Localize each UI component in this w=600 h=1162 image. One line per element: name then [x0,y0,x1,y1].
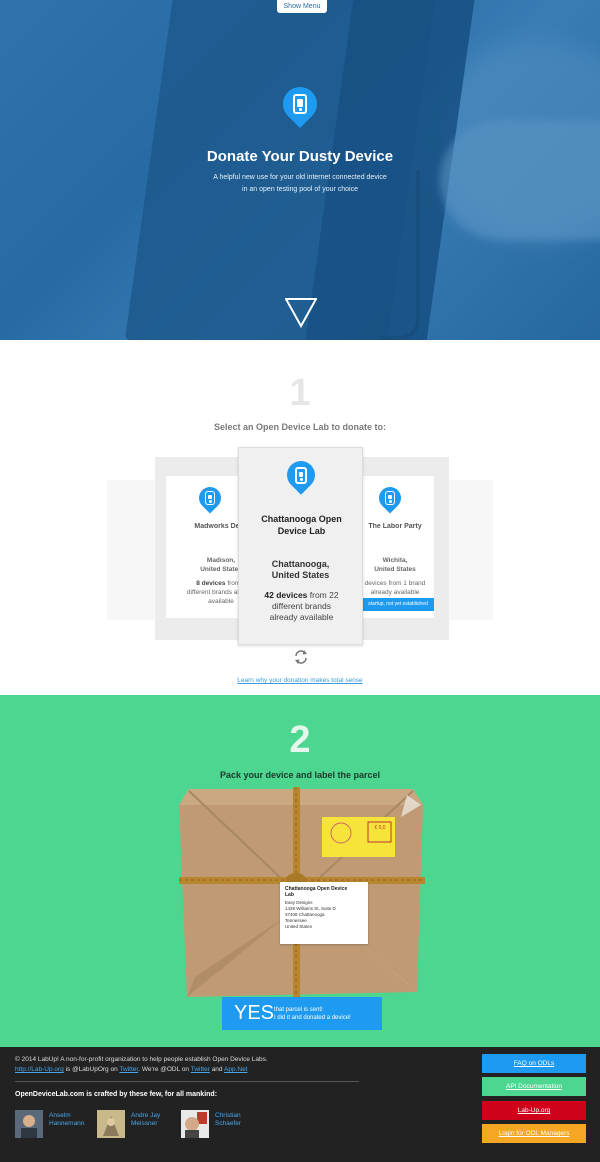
twitter-link-labup[interactable]: Twitter [119,1066,138,1073]
status-badge: startup, not yet established [362,598,434,611]
step2-number: 2 [289,719,311,761]
step1-label: Select an Open Device Lab to donate to: [213,422,387,432]
learn-why-link[interactable]: Learn why your donation makes total sens… [0,677,600,684]
step2-section: 2 Pack your device and label the parcel … [0,695,600,1047]
footer: © 2014 LabUp! A non-for-profit organizat… [0,1047,600,1162]
hero-subtitle: A helpful new use for your old internet … [213,174,387,193]
footer-copyright: © 2014 LabUp! A non-for-profit organizat… [15,1056,268,1073]
crafted-by-heading: OpenDeviceLab.com is crafted by these fe… [15,1091,218,1098]
step1-number: 1 [289,372,311,414]
twitter-link-odl[interactable]: Twitter [191,1066,210,1073]
yes-caption: that parcel is sent! I did it and donated… [274,1007,351,1021]
step1-section: 1 Select an Open Device Lab to donate to… [0,340,600,695]
device-pin-icon [194,482,226,520]
hero-overlay [0,0,600,340]
lab-card-chattanooga[interactable]: Chattanooga Open Device Lab Chattanooga, U… [238,447,363,645]
scroll-down-arrow-icon[interactable] [285,298,317,328]
device-pin-icon [374,482,406,520]
odl-manager-login-button[interactable]: Login for ODL Managers [482,1124,586,1143]
device-pin-icon [281,455,321,504]
address-label: Chattanooga Open Device Lab Easy Designs … [280,882,368,944]
avatar [181,1110,209,1138]
api-docs-button[interactable]: API Documentation [482,1077,586,1096]
labup-link[interactable]: http://Lab-Up.org [15,1066,64,1073]
lab-name: Chattanooga Open Device Lab [261,514,342,536]
labup-button[interactable]: Lab-Up.org [482,1101,586,1120]
device-pin-icon [275,79,325,139]
address-lines: Easy Designs 1428 Williams St, Suite D 3… [285,900,336,929]
address-name: Chattanooga Open Device Lab [285,886,348,898]
show-menu-button[interactable]: Show Menu [277,0,327,13]
yes-label: YES [234,1002,275,1024]
footer-divider [15,1081,359,1082]
refresh-icon[interactable] [293,649,309,665]
avatar [97,1110,125,1138]
hero-section: Donate Your Dusty Device A helpful new u… [0,0,600,340]
lab-city: Chattanooga, United States [271,559,330,580]
stamp-value: € 0,0 [374,825,386,831]
hero-title: Donate Your Dusty Device [206,148,394,165]
faq-button[interactable]: FAQ on ODLs [482,1054,586,1073]
step2-label: Pack your device and label the parcel [219,770,381,780]
person-name: Christian Schaefer [215,1112,242,1127]
yes-sent-button[interactable]: YES that parcel is sent! I did it and don… [222,997,382,1030]
lab-devices: 42 devices from 22 different brands alre… [264,590,339,622]
appnet-link[interactable]: App.Net [224,1066,248,1073]
avatar [15,1110,43,1138]
